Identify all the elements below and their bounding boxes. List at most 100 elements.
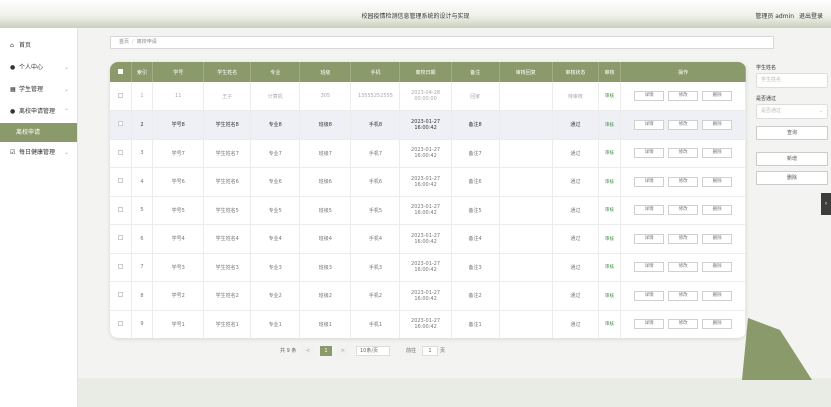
pagination-prev-button[interactable]: < xyxy=(302,346,314,356)
row-checkbox[interactable] xyxy=(110,281,132,311)
cell-index: 2 xyxy=(131,110,154,140)
audit-link[interactable]: 审核 xyxy=(598,281,622,311)
edit-button[interactable]: 修改 xyxy=(668,262,699,273)
sidebar-item-personal-center[interactable]: ● 个人中心 ⌄ xyxy=(0,57,77,79)
audit-link[interactable]: 审核 xyxy=(598,167,622,197)
detail-button[interactable]: 详情 xyxy=(634,319,665,330)
cell-major: 专业6 xyxy=(250,167,301,197)
delete-row-button[interactable]: 删除 xyxy=(702,319,733,330)
row-checkbox[interactable] xyxy=(110,196,132,225)
cell-major: 专业5 xyxy=(250,196,301,225)
audit-link[interactable]: 审核 xyxy=(598,196,622,225)
logout-link[interactable]: 退出登录 xyxy=(799,13,823,20)
cell-date: 2023-01-27 16:00:42 xyxy=(399,253,452,282)
detail-button[interactable]: 详情 xyxy=(634,233,665,244)
collapse-panel-toggle[interactable]: ‹ xyxy=(821,193,831,215)
edit-button[interactable]: 修改 xyxy=(668,319,699,330)
pagination-total: 共 9 条 xyxy=(280,348,297,354)
delete-row-button[interactable]: 删除 xyxy=(702,119,733,130)
row-checkbox[interactable] xyxy=(110,310,132,338)
cell-status: 通过 xyxy=(552,281,599,311)
cell-xuehao: 11 xyxy=(152,82,205,111)
passed-select[interactable]: 是否通过 ⌄ xyxy=(756,104,828,119)
audit-link[interactable]: 审核 xyxy=(598,224,622,254)
audit-link[interactable]: 审核 xyxy=(598,310,622,338)
row-checkbox[interactable] xyxy=(110,253,132,282)
footer-strip xyxy=(78,378,831,407)
column-header: 学生姓名 xyxy=(203,62,252,82)
delete-row-button[interactable]: 删除 xyxy=(702,205,733,216)
edit-button[interactable]: 修改 xyxy=(668,91,699,101)
select-all-checkbox[interactable] xyxy=(110,62,132,82)
add-button[interactable]: 新增 xyxy=(756,152,828,166)
page-size-select[interactable]: 10条/页 xyxy=(356,346,390,356)
query-button[interactable]: 查询 xyxy=(756,126,828,140)
delete-row-button[interactable]: 删除 xyxy=(702,262,733,273)
delete-button[interactable]: 删除 xyxy=(756,171,828,185)
table-row: 3 学号7 学生姓名7 专业7 班级7 手机7 2023-01-27 16:00:42 备注7… xyxy=(110,139,746,168)
cell-status: 通过 xyxy=(552,139,599,168)
delete-row-button[interactable]: 删除 xyxy=(702,91,733,101)
edit-button[interactable]: 修改 xyxy=(668,119,699,130)
cell-xuehao: 学号8 xyxy=(152,110,205,140)
edit-button[interactable]: 修改 xyxy=(668,148,699,159)
detail-button[interactable]: 详情 xyxy=(634,262,665,273)
sidebar-item-home[interactable]: ⌂ 首页 xyxy=(0,35,77,57)
detail-button[interactable]: 详情 xyxy=(634,205,665,216)
pagination-page-1[interactable]: 1 xyxy=(320,346,332,356)
detail-button[interactable]: 详情 xyxy=(634,91,665,101)
cell-index: 8 xyxy=(131,281,154,311)
home-icon: ⌂ xyxy=(10,42,14,49)
sidebar-item-daily-health[interactable]: ☑ 每日健康管理 ⌄ xyxy=(0,142,77,164)
cell-xuehao: 学号3 xyxy=(152,253,205,282)
column-header: 手机 xyxy=(350,62,401,82)
row-checkbox[interactable] xyxy=(110,224,132,254)
delete-row-button[interactable]: 删除 xyxy=(702,176,733,187)
audit-link[interactable]: 审核 xyxy=(598,139,622,168)
cell-index: 9 xyxy=(131,310,154,338)
delete-row-button[interactable]: 删除 xyxy=(702,290,733,301)
audit-link[interactable]: 审核 xyxy=(598,253,622,282)
row-checkbox[interactable] xyxy=(110,167,132,197)
sidebar-item-label: 首页 xyxy=(19,42,32,49)
audit-link[interactable]: 审核 xyxy=(598,110,622,140)
pagination-next-button[interactable]: > xyxy=(337,346,349,356)
detail-button[interactable]: 详情 xyxy=(634,148,665,159)
check-icon: ☑ xyxy=(10,149,16,156)
delete-row-button[interactable]: 删除 xyxy=(702,148,733,159)
audit-link[interactable]: 审核 xyxy=(598,82,622,111)
cell-note: 备注7 xyxy=(451,139,500,168)
edit-button[interactable]: 修改 xyxy=(668,290,699,301)
column-header: 学号 xyxy=(152,62,205,82)
user-icon: ● xyxy=(10,64,16,71)
detail-button[interactable]: 详情 xyxy=(634,119,665,130)
cell-note: 备注6 xyxy=(451,167,500,197)
cell-banji: 班级7 xyxy=(299,139,352,168)
detail-button[interactable]: 详情 xyxy=(634,290,665,301)
pagination-goto-label: 前往 xyxy=(406,348,417,354)
row-checkbox[interactable] xyxy=(110,82,132,111)
cell-phone: 手机2 xyxy=(350,281,401,311)
delete-row-button[interactable]: 删除 xyxy=(702,233,733,244)
row-checkbox[interactable] xyxy=(110,110,132,140)
row-checkbox[interactable] xyxy=(110,139,132,168)
cell-phone: 手机7 xyxy=(350,139,401,168)
pagination-goto-input[interactable]: 1 xyxy=(422,346,438,356)
sidebar-subitem-leave-application[interactable]: 离校申请 xyxy=(0,123,77,142)
app-title: 校园疫情检测信息管理系统的设计与实现 xyxy=(361,13,470,20)
name-search-input[interactable]: 学生姓名 xyxy=(756,73,828,88)
sidebar-item-student-management[interactable]: ▦ 学生管理 ⌄ xyxy=(0,79,77,101)
cell-name: 学生姓名3 xyxy=(203,253,252,282)
edit-button[interactable]: 修改 xyxy=(668,205,699,216)
cell-banji: 班级2 xyxy=(299,281,352,311)
table-row: 9 学号1 学生姓名1 专业1 班级1 手机1 2023-01-27 16:00:42 备注1… xyxy=(110,310,746,338)
row-actions: 详情 修改 删除 xyxy=(620,281,746,311)
edit-button[interactable]: 修改 xyxy=(668,176,699,187)
cell-major: 专业4 xyxy=(250,224,301,254)
sidebar-item-leave-management[interactable]: ● 离校申请管理 ⌃ xyxy=(0,101,77,123)
edit-button[interactable]: 修改 xyxy=(668,233,699,244)
breadcrumb-home[interactable]: 首页 xyxy=(119,39,129,45)
row-actions: 详情 修改 删除 xyxy=(620,139,746,168)
passed-select-placeholder: 是否通过 xyxy=(761,108,782,114)
detail-button[interactable]: 详情 xyxy=(634,176,665,187)
